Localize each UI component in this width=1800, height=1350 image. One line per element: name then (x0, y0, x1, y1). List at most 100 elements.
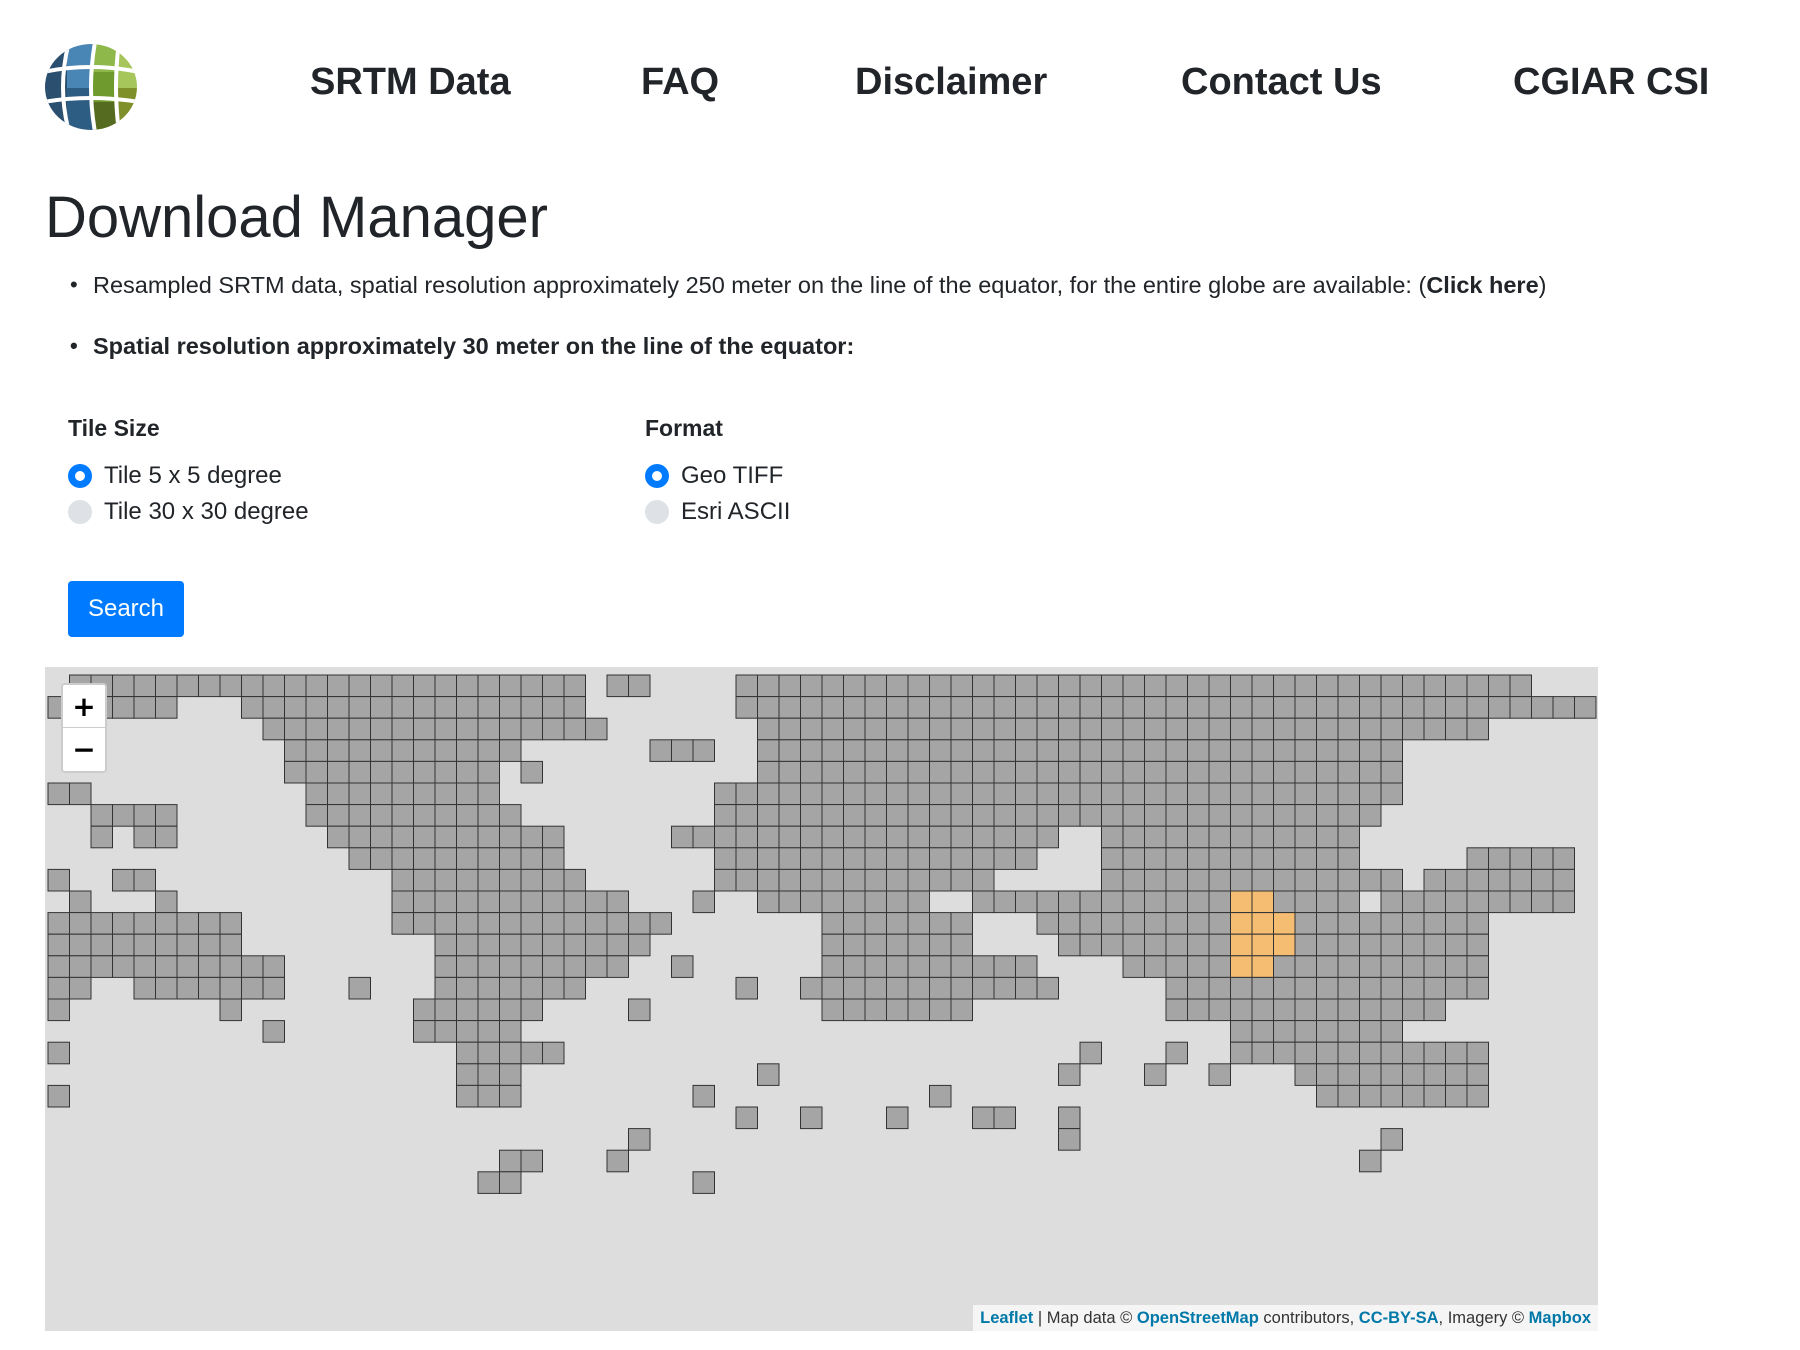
map-tile[interactable] (1316, 868, 1339, 892)
map-tile[interactable] (628, 674, 651, 698)
map-tile[interactable] (1552, 890, 1575, 914)
map-tile[interactable] (1273, 1041, 1296, 1065)
map-tile[interactable] (1251, 696, 1274, 719)
map-tile[interactable] (1531, 868, 1554, 892)
map-tile[interactable] (370, 717, 393, 741)
map-tile[interactable] (198, 955, 221, 978)
map-tile[interactable] (1251, 976, 1274, 1000)
map-tile[interactable] (1316, 825, 1339, 849)
map-tile[interactable] (499, 955, 522, 978)
map-tile[interactable] (1187, 976, 1210, 1000)
map-tile[interactable] (585, 890, 608, 914)
map-tile[interactable] (1208, 782, 1231, 806)
map-tile[interactable] (542, 825, 565, 849)
map-tile[interactable] (778, 717, 801, 741)
map-tile[interactable] (649, 912, 672, 935)
map-tile[interactable] (929, 760, 952, 784)
map-tile[interactable] (1036, 825, 1059, 849)
map-tile[interactable] (456, 825, 479, 849)
map-tile[interactable] (1144, 825, 1167, 849)
map-tile[interactable] (972, 804, 995, 827)
map-tile[interactable] (1337, 998, 1360, 1022)
map-tile[interactable] (370, 782, 393, 806)
map-tile[interactable] (1466, 1063, 1489, 1086)
map-tile[interactable] (456, 912, 479, 935)
map-tile[interactable] (950, 976, 973, 1000)
map-tile[interactable] (413, 1020, 436, 1043)
map-tile[interactable] (1445, 933, 1468, 957)
map-tile[interactable] (1445, 717, 1468, 741)
map-tile[interactable] (1208, 912, 1231, 935)
map-tile[interactable] (843, 717, 866, 741)
map-tile[interactable] (1230, 782, 1253, 806)
map-tile[interactable] (1251, 1041, 1274, 1065)
map-tile[interactable] (1230, 760, 1253, 784)
map-tile[interactable] (112, 868, 135, 892)
map-tile[interactable] (477, 1063, 500, 1086)
map-tile[interactable] (778, 868, 801, 892)
map-tile[interactable] (1273, 717, 1296, 741)
map-tile[interactable] (1101, 804, 1124, 827)
map-tile[interactable] (1230, 868, 1253, 892)
map-tile[interactable] (133, 955, 156, 978)
map-tile[interactable] (993, 674, 1016, 698)
map-tile[interactable] (1165, 739, 1188, 762)
map-tile[interactable] (477, 890, 500, 914)
map-tile[interactable] (950, 782, 973, 806)
map-tile[interactable] (112, 674, 135, 698)
map-tile[interactable] (1380, 868, 1403, 892)
map-tile[interactable] (219, 674, 242, 698)
map-tile[interactable] (542, 847, 565, 870)
map-tile[interactable] (542, 717, 565, 741)
map-tile[interactable] (69, 890, 92, 914)
map-tile[interactable] (1380, 1041, 1403, 1065)
map-tile[interactable] (1015, 804, 1038, 827)
map-tile[interactable] (1316, 782, 1339, 806)
map-tile[interactable] (821, 825, 844, 849)
map-tile[interactable] (241, 955, 264, 978)
map-tile[interactable] (1165, 955, 1188, 978)
nav-link-disclaimer[interactable]: Disclaimer (855, 60, 1047, 104)
map-tile[interactable] (1294, 825, 1317, 849)
map-tile[interactable] (1144, 1063, 1167, 1086)
map-tile[interactable] (886, 782, 909, 806)
map-tile[interactable] (1294, 696, 1317, 719)
map-tile[interactable] (327, 782, 350, 806)
map-tile[interactable] (1402, 933, 1425, 957)
map-tile[interactable] (972, 868, 995, 892)
map-tile[interactable] (434, 976, 457, 1000)
map-tile[interactable] (1359, 998, 1382, 1022)
map-tile[interactable] (993, 804, 1016, 827)
map-tile[interactable] (348, 804, 371, 827)
map-tile[interactable] (1101, 674, 1124, 698)
map-tile[interactable] (1036, 760, 1059, 784)
map-tile[interactable] (714, 868, 737, 892)
map-tile[interactable] (778, 890, 801, 914)
map-tile[interactable] (1380, 955, 1403, 978)
map-tile[interactable] (520, 933, 543, 957)
map-tile[interactable] (47, 998, 70, 1022)
map-tile[interactable] (1337, 717, 1360, 741)
map-tile[interactable] (456, 760, 479, 784)
map-tile[interactable] (929, 912, 952, 935)
map-tile[interactable] (1144, 912, 1167, 935)
map-tile[interactable] (1058, 717, 1081, 741)
map-tile[interactable] (499, 1020, 522, 1043)
map-tile[interactable] (1337, 739, 1360, 762)
map-tile[interactable] (886, 696, 909, 719)
map-tile[interactable] (305, 760, 328, 784)
map-tile[interactable] (1466, 976, 1489, 1000)
map-tile[interactable] (456, 1041, 479, 1065)
map-tile[interactable] (735, 674, 758, 698)
map-tile[interactable] (929, 998, 952, 1022)
map-tile[interactable] (907, 912, 930, 935)
map-tile[interactable] (1208, 739, 1231, 762)
map-tile[interactable] (1122, 868, 1145, 892)
map-tile[interactable] (864, 868, 887, 892)
map-tile[interactable] (1337, 1020, 1360, 1043)
map-tile[interactable] (1273, 868, 1296, 892)
map-tile[interactable] (133, 976, 156, 1000)
map-tile[interactable] (1380, 717, 1403, 741)
map-tile[interactable] (1466, 1041, 1489, 1065)
map-tile[interactable] (886, 998, 909, 1022)
